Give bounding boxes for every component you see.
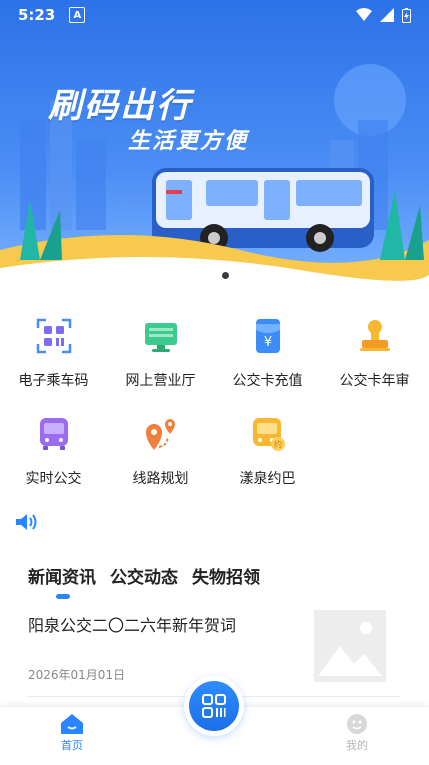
service-label: 公交卡充值 (232, 373, 303, 389)
booking-bus-icon: 约 (252, 418, 285, 451)
tab-bus-updates[interactable]: 公交动态 (110, 563, 178, 596)
notification-a-icon: A (69, 7, 86, 23)
route-icon (145, 419, 175, 450)
stamp-icon (359, 320, 390, 351)
scan-code-button-inner (189, 681, 239, 731)
carousel-indicator (200, 272, 229, 279)
qr-code-icon (202, 694, 226, 718)
service-label: 实时公交 (25, 471, 82, 487)
news-date: 2026年01月01日 (28, 668, 126, 682)
signal-icon (380, 8, 394, 22)
service-yangquan-booking[interactable]: 约 漾泉约巴 (214, 408, 321, 494)
wifi-icon (356, 8, 372, 21)
news-title: 阳泉公交二〇二六年新年贺词 (28, 616, 237, 635)
banner-title: 刷码出行 (48, 86, 192, 126)
tab-lost-and-found[interactable]: 失物招领 (192, 563, 260, 596)
carousel-dot (211, 273, 216, 278)
svg-text:¥: ¥ (263, 335, 271, 350)
service-card-annual-review[interactable]: 公交卡年审 (321, 310, 428, 396)
service-card-recharge[interactable]: ¥ 公交卡充值 (214, 310, 321, 396)
news-tab-bar: 新闻资讯 公交动态 失物招领 (28, 563, 260, 599)
nav-mine[interactable]: 我的 (327, 713, 387, 753)
service-label: 公交卡年审 (339, 373, 410, 389)
service-label: 电子乘车码 (18, 373, 89, 389)
status-bar: 5:23 A (0, 0, 429, 30)
carousel-dot-active (222, 272, 229, 279)
service-label: 网上营业厅 (125, 373, 196, 389)
home-icon (61, 714, 83, 734)
speaker-icon[interactable] (14, 511, 40, 533)
service-realtime-bus[interactable]: 实时公交 (0, 408, 107, 494)
image-placeholder-icon (318, 622, 382, 676)
service-bus-qr-code[interactable]: 电子乘车码 (0, 310, 107, 396)
nav-home[interactable]: 首页 (42, 713, 102, 753)
monitor-icon (144, 323, 177, 352)
nav-mine-label: 我的 (346, 739, 368, 752)
tab-news[interactable]: 新闻资讯 (28, 563, 96, 599)
service-route-planning[interactable]: 线路规划 (107, 408, 214, 494)
scan-code-button[interactable] (184, 676, 244, 736)
status-time: 5:23 (18, 6, 56, 24)
nav-home-label: 首页 (61, 739, 83, 752)
service-online-hall[interactable]: 网上营业厅 (107, 310, 214, 396)
service-label: 漾泉约巴 (239, 471, 296, 487)
bus-icon (39, 418, 68, 450)
news-thumbnail (314, 610, 386, 682)
banner-subtitle: 生活更方便 (128, 129, 249, 154)
profile-icon (347, 714, 367, 734)
service-label: 线路规划 (132, 471, 189, 487)
svg-text:约: 约 (274, 439, 282, 449)
battery-icon (402, 7, 411, 23)
qr-code-icon (36, 318, 71, 354)
carousel-dot (200, 273, 205, 278)
service-grid: 电子乘车码 网上营业厅 ¥ 公交卡充值 公交卡年审 实时公交 线路规划 约 漾泉… (0, 310, 429, 494)
promo-banner[interactable]: 刷码出行 生活更方便 (0, 0, 429, 286)
yuan-card-icon: ¥ (255, 319, 280, 353)
